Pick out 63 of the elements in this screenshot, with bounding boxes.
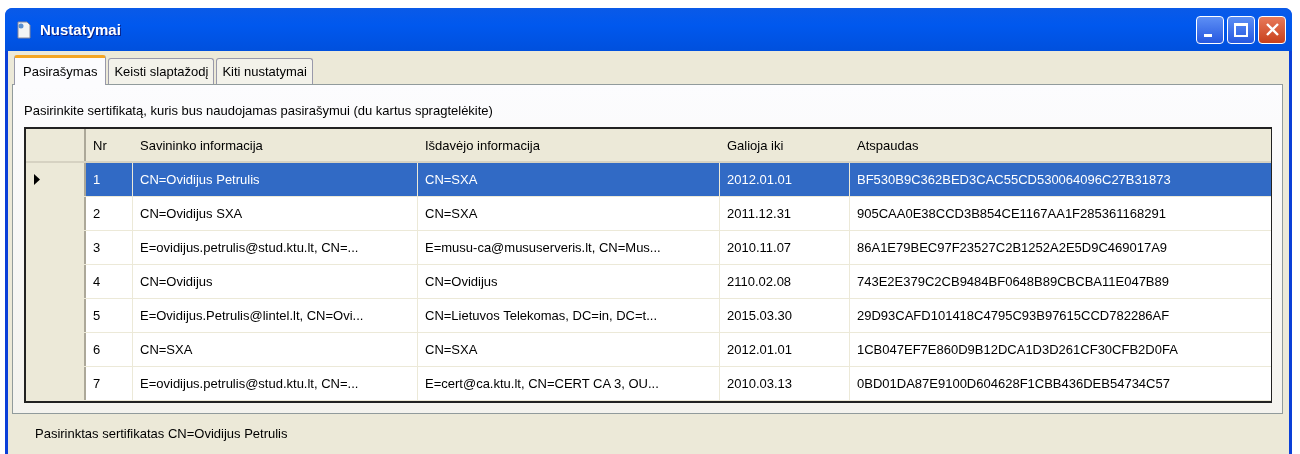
table-row[interactable]: 2 CN=Ovidijus SXA CN=SXA 2011.12.31 905CAA0E38CCD3B854CE1167AA1F285361168291	[26, 197, 1271, 231]
table-row[interactable]: 6 CN=SXA CN=SXA 2012.01.01 1CB047EF7E860D9B12DCA1D3D261CF30CFB2D0FA	[26, 333, 1271, 367]
table-cell-text: 1CB047EF7E860D9B12DCA1D3D261CF30CFB2D0FA	[856, 341, 1179, 359]
table-row[interactable]: 1 CN=Ovidijus Petrulis CN=SXA 2012.01.01 BF530B9C362BED3CAC55CD530064096C27B31873	[26, 163, 1271, 197]
window-title: Nustatymai	[40, 21, 122, 38]
table-cell: 2015.03.30	[720, 299, 850, 332]
tab[interactable]: Pasirašymas	[14, 55, 107, 85]
minimize-icon	[1204, 34, 1212, 37]
table-cell: 2110.02.08	[720, 265, 850, 298]
table-cell: CN=Lietuvos Telekomas, DC=in, DC=t...	[418, 299, 720, 332]
table-cell: 2012.01.01	[720, 163, 850, 196]
table-cell-text: 905CAA0E38CCD3B854CE1167AA1F285361168291	[856, 205, 1167, 223]
column-header[interactable]: Atspaudas	[850, 129, 1271, 161]
table-cell: BF530B9C362BED3CAC55CD530064096C27B31873	[850, 163, 1271, 196]
table-cell: 7	[86, 367, 133, 400]
close-icon	[1265, 23, 1279, 36]
column-header[interactable]: Savininko informacija	[133, 129, 418, 161]
row-header[interactable]	[26, 367, 86, 400]
table-cell: 2012.01.01	[720, 333, 850, 366]
table-cell: CN=SXA	[418, 163, 720, 196]
table-cell: 2010.11.07	[720, 231, 850, 264]
table-cell: CN=Ovidijus Petrulis	[133, 163, 418, 196]
table-cell: CN=SXA	[133, 333, 418, 366]
current-row-icon	[34, 174, 41, 185]
column-header[interactable]: Išdavėjo informacija	[418, 129, 720, 161]
table-cell: E=ovidijus.petrulis@stud.ktu.lt, CN=...	[133, 367, 418, 400]
table-cell-text: 743E2E379C2CB9484BF0648B89CBCBA11E047B89	[856, 273, 1170, 291]
maximize-icon	[1234, 22, 1248, 37]
row-header[interactable]	[26, 163, 86, 196]
table-row[interactable]: 7 E=ovidijus.petrulis@stud.ktu.lt, CN=... E=cert@ca.ktu.lt, CN=CERT CA 3, OU... 2010.03.13 0BD01DA87E9100D604628F1CBB436DEB54734C57	[26, 367, 1271, 401]
table-cell: 2010.03.13	[720, 367, 850, 400]
table-cell: CN=Ovidijus SXA	[133, 197, 418, 230]
tab[interactable]: Kiti nustatymai	[216, 58, 313, 84]
table-cell-text: 0BD01DA87E9100D604628F1CBB436DEB54734C57	[856, 375, 1171, 393]
table-row[interactable]: 3 E=ovidijus.petrulis@stud.ktu.lt, CN=... E=musu-ca@mususerveris.lt, CN=Mus... 2010.11.07 86A1E79BEC97F23527C2B1252A2E5D9C469017A9	[26, 231, 1271, 265]
table-cell: CN=Ovidijus	[418, 265, 720, 298]
table-cell: 4	[86, 265, 133, 298]
table-cell-text: 86A1E79BEC97F23527C2B1252A2E5D9C469017A9	[856, 239, 1169, 257]
tab[interactable]: Keisti slaptažodį	[108, 58, 215, 84]
document-icon	[16, 20, 32, 39]
table-row[interactable]: 4 CN=Ovidijus CN=Ovidijus 2110.02.08 743E2E379C2CB9484BF0648B89CBCBA11E047B89	[26, 265, 1271, 299]
table-cell: CN=SXA	[418, 197, 720, 230]
table-cell: 5	[86, 299, 133, 332]
column-header[interactable]: Nr	[86, 129, 133, 161]
table-row[interactable]: 5 E=Ovidijus.Petrulis@lintel.lt, CN=Ovi... CN=Lietuvos Telekomas, DC=in, DC=t... 2015.03.30 29D93CAFD101418C4795C93B97615CCD782286AF	[26, 299, 1271, 333]
table-cell: E=ovidijus.petrulis@stud.ktu.lt, CN=...	[133, 231, 418, 264]
table-cell: CN=Ovidijus	[133, 265, 418, 298]
column-header[interactable]: Galioja iki	[720, 129, 850, 161]
close-button[interactable]	[1258, 15, 1286, 44]
status-text: Pasirinktas sertifikatas CN=Ovidijus Petrulis	[34, 425, 289, 443]
table-cell: 1	[86, 163, 133, 196]
instruction-text: Pasirinkite sertifikatą, kuris bus naudojamas pasirašymui (du kartus spragtelėkite)	[24, 102, 494, 120]
table-cell: E=Ovidijus.Petrulis@lintel.lt, CN=Ovi...	[133, 299, 418, 332]
table-cell: 3	[86, 231, 133, 264]
table-cell-text: 29D93CAFD101418C4795C93B97615CCD782286AF	[856, 307, 1171, 325]
table-cell: E=cert@ca.ktu.lt, CN=CERT CA 3, OU...	[418, 367, 720, 400]
maximize-button[interactable]	[1227, 15, 1255, 44]
minimize-button[interactable]	[1196, 15, 1224, 44]
table-cell: E=musu-ca@mususerveris.lt, CN=Mus...	[418, 231, 720, 264]
table-cell: CN=SXA	[418, 333, 720, 366]
table-cell: 2	[86, 197, 133, 230]
table-cell: 6	[86, 333, 133, 366]
table-cell: 2011.12.31	[720, 197, 850, 230]
